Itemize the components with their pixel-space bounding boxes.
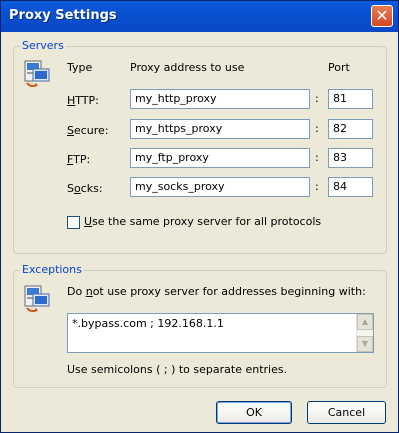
scroll-up-icon[interactable]: ▲ bbox=[357, 314, 373, 330]
secure-port-separator: : bbox=[315, 122, 319, 135]
same-proxy-label[interactable]: Use the same proxy server for all protoc… bbox=[84, 215, 321, 228]
http-port-input[interactable]: 81 bbox=[328, 89, 373, 109]
close-button[interactable]: ✕ bbox=[371, 5, 393, 27]
proxy-settings-dialog: Proxy Settings ✕ Servers Type Proxy addr… bbox=[0, 0, 399, 433]
ok-button[interactable]: OK bbox=[216, 401, 292, 424]
ftp-port-separator: : bbox=[315, 151, 319, 164]
exceptions-textarea[interactable]: *.bypass.com ; 192.168.1.1 ▲ ▼ bbox=[67, 313, 374, 353]
network-computer-icon bbox=[24, 285, 50, 313]
socks-port-separator: : bbox=[315, 180, 319, 193]
socks-port-input[interactable]: 84 bbox=[328, 177, 373, 197]
cancel-button[interactable]: Cancel bbox=[307, 401, 386, 424]
socks-label: Socks: bbox=[67, 182, 103, 195]
http-address-input[interactable]: my_http_proxy bbox=[130, 89, 310, 109]
socks-address-input[interactable]: my_socks_proxy bbox=[130, 177, 310, 197]
exceptions-value: *.bypass.com ; 192.168.1.1 bbox=[72, 317, 224, 330]
ftp-port-input[interactable]: 83 bbox=[328, 148, 373, 168]
exceptions-description: Do not use proxy server for addresses be… bbox=[67, 285, 366, 298]
scroll-down-icon[interactable]: ▼ bbox=[357, 336, 373, 352]
address-header: Proxy address to use bbox=[130, 61, 245, 74]
secure-label: Secure: bbox=[67, 124, 109, 137]
type-header: Type bbox=[67, 61, 93, 74]
exceptions-hint: Use semicolons ( ; ) to separate entries… bbox=[67, 363, 288, 376]
network-computer-icon bbox=[24, 60, 50, 88]
secure-port-input[interactable]: 82 bbox=[328, 119, 373, 139]
http-port-separator: : bbox=[315, 92, 319, 105]
port-header: Port bbox=[328, 61, 350, 74]
servers-group-label: Servers bbox=[20, 39, 66, 52]
same-proxy-checkbox[interactable] bbox=[67, 216, 80, 229]
title-bar[interactable]: Proxy Settings ✕ bbox=[1, 1, 398, 32]
ftp-address-input[interactable]: my_ftp_proxy bbox=[130, 148, 310, 168]
http-label: HTTP: bbox=[67, 94, 99, 107]
window-title: Proxy Settings bbox=[9, 8, 117, 23]
secure-address-input[interactable]: my_https_proxy bbox=[130, 119, 310, 139]
ftp-label: FTP: bbox=[67, 153, 91, 166]
exceptions-group-label: Exceptions bbox=[20, 263, 84, 276]
close-icon: ✕ bbox=[375, 6, 389, 25]
exceptions-scrollbar[interactable]: ▲ ▼ bbox=[356, 314, 373, 352]
